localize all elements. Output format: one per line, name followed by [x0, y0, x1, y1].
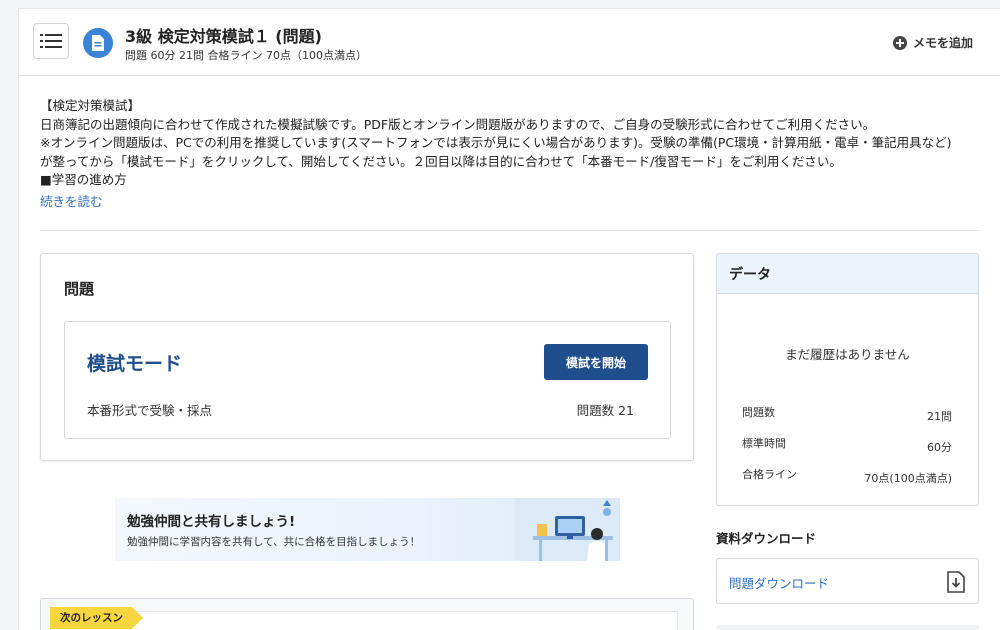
no-history-text: まだ履歴はありません: [785, 347, 910, 362]
description-line: 【検定対策模試】: [40, 98, 141, 113]
question-card-title: 問題: [64, 280, 95, 298]
share-banner[interactable]: 勉強仲間と共有しましょう! 勉強仲間に学習内容を共有して、共に合格を目指しましょ…: [115, 498, 620, 561]
question-count: 問題数 21: [576, 403, 634, 418]
study-desk-illustration: [515, 498, 620, 561]
question-card: 問題 模試モード 模試を開始 本番形式で受験・採点 問題数 21: [40, 253, 694, 461]
download-item[interactable]: 問題ダウンロード: [716, 558, 979, 604]
add-memo-label: メモを追加: [912, 36, 973, 50]
stat-value: 60分: [927, 441, 952, 454]
data-card-title: データ: [717, 254, 978, 294]
read-more-link[interactable]: 続きを読む: [40, 191, 103, 210]
stat-label: 合格ライン: [742, 468, 797, 481]
exam-meta: 問題 60分 21問 合格ライン 70点（100点満点）: [125, 49, 367, 62]
next-lesson-item[interactable]: [50, 611, 678, 630]
stat-value: 70点(100点満点): [864, 472, 952, 485]
plus-circle-icon: [892, 35, 907, 50]
mock-mode-description: 本番形式で受験・採点: [87, 403, 213, 418]
sidebar-next-card: [716, 625, 979, 630]
share-banner-title: 勉強仲間と共有しましょう!: [127, 514, 296, 530]
page-frame: 3級 検定対策模試１ (問題) 問題 60分 21問 合格ライン 70点（100…: [18, 8, 1000, 630]
downloads-heading: 資料ダウンロード: [716, 531, 817, 546]
stat-value: 21問: [927, 410, 952, 423]
divider: [40, 230, 979, 231]
download-file-icon: [947, 571, 965, 593]
stat-label: 標準時間: [742, 437, 786, 450]
page-header: 3級 検定対策模試１ (問題) 問題 60分 21問 合格ライン 70点（100…: [19, 9, 1000, 76]
share-banner-text: 勉強仲間に学習内容を共有して、共に合格を目指しましょう！: [127, 536, 421, 548]
add-memo-button[interactable]: メモを追加: [892, 34, 973, 51]
page-title: 3級 検定対策模試１ (問題): [125, 27, 322, 46]
document-icon: [83, 28, 113, 58]
description-line: ■学習の進め方: [40, 172, 127, 188]
exam-description: 【検定対策模試】 日商簿記の出題傾向に合わせて作成された模擬試験です。PDF版と…: [40, 97, 985, 190]
data-card: データ まだ履歴はありません 問題数 21問 標準時間 60分 合格ライン 70…: [716, 253, 979, 506]
list-menu-icon: [40, 34, 62, 48]
stat-label: 問題数: [742, 406, 775, 419]
next-lesson-card: 次のレッスン: [40, 598, 694, 630]
description-line: 日商簿記の出題傾向に合わせて作成された模擬試験です。PDF版とオンライン問題版が…: [40, 116, 876, 132]
mock-mode-title: 模試モード: [87, 353, 183, 375]
download-link[interactable]: 問題ダウンロード: [729, 573, 829, 592]
start-mock-exam-button[interactable]: 模試を開始: [544, 344, 648, 380]
mock-mode-box: 模試モード 模試を開始 本番形式で受験・採点 問題数 21: [64, 321, 671, 439]
description-line: が整ってから「模試モード」をクリックして、開始してください。２回目以降は目的に合…: [40, 153, 842, 169]
menu-button[interactable]: [33, 23, 69, 59]
description-line: ※オンライン問題版は、PCでの利用を推奨しています(スマートフォンでは表示が見に…: [40, 135, 952, 151]
next-lesson-tag: 次のレッスン: [50, 607, 143, 629]
